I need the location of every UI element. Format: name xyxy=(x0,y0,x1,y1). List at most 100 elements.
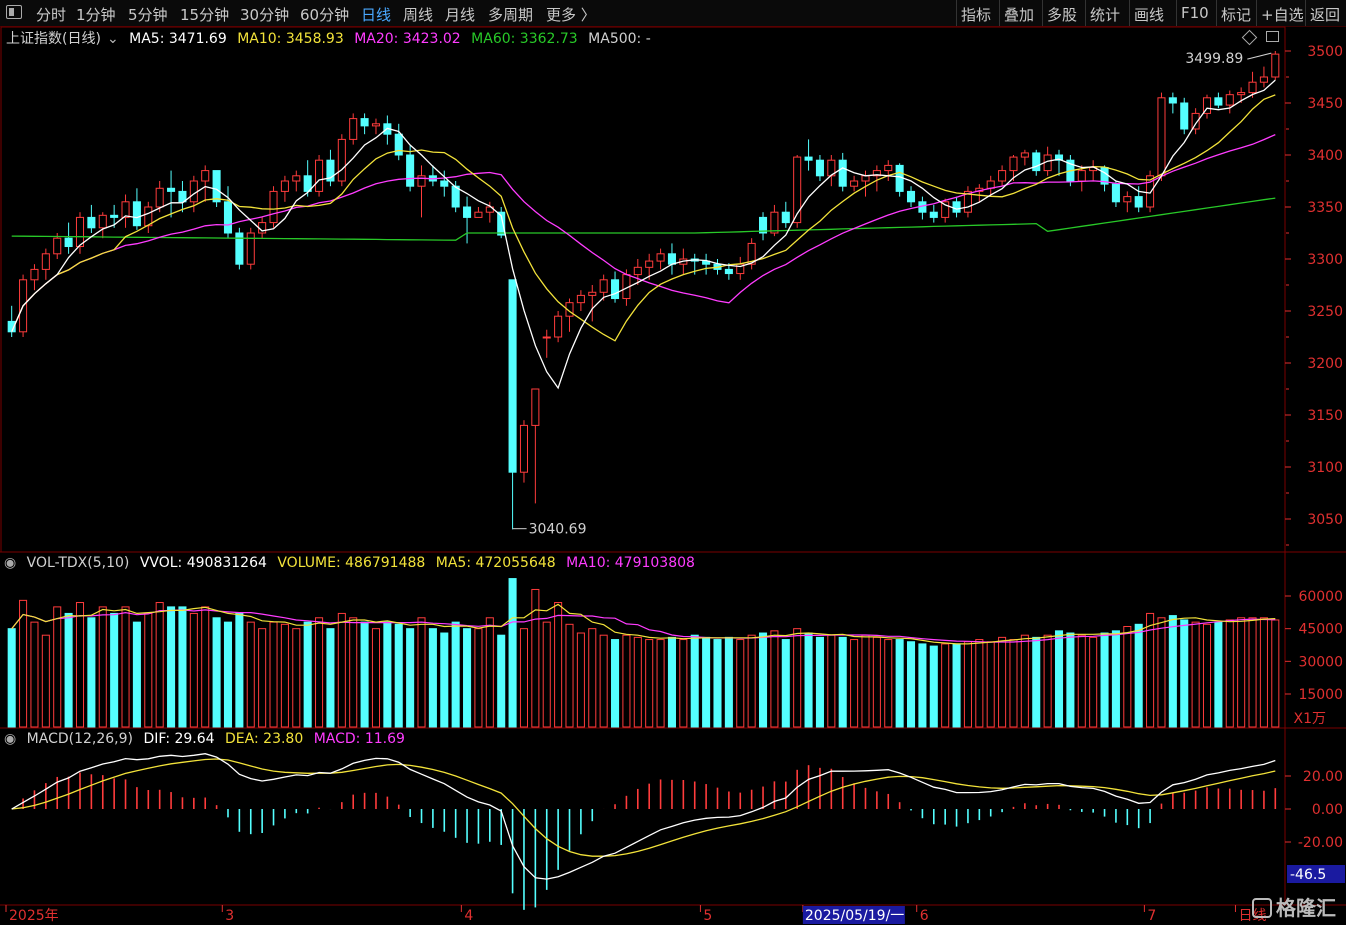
candle-body xyxy=(1111,183,1120,203)
candle-body xyxy=(781,211,790,224)
candle-body xyxy=(41,253,50,270)
candle-body xyxy=(201,170,210,182)
candle-body xyxy=(1032,152,1041,172)
x-tick-label: 4 xyxy=(464,908,473,924)
candle-body xyxy=(144,206,153,227)
volume-bar xyxy=(315,617,324,728)
volume-bar xyxy=(53,606,62,728)
candle-body xyxy=(121,201,130,218)
volume-bar xyxy=(1054,630,1064,728)
macd-tick-label: 0.00 xyxy=(1312,802,1343,818)
candle-body xyxy=(1134,196,1143,208)
volume-bar xyxy=(850,639,859,728)
volume-bar xyxy=(1157,617,1166,728)
volume-bar xyxy=(702,636,711,728)
volume-bar xyxy=(7,628,16,728)
volume-bar xyxy=(1237,617,1246,728)
volume-bar xyxy=(622,634,631,728)
candle-body xyxy=(212,170,221,203)
price-panel-frame xyxy=(0,26,1286,553)
candle-body xyxy=(1259,76,1268,83)
candle-body xyxy=(30,268,39,281)
candle-body xyxy=(599,279,608,293)
candle-body xyxy=(884,164,893,172)
volume-bar xyxy=(986,641,995,728)
candle-body xyxy=(360,118,369,127)
volume-bar xyxy=(1032,636,1041,728)
candle-body xyxy=(1271,53,1280,78)
candle-body xyxy=(588,291,597,296)
ma10-line xyxy=(11,94,1276,342)
candle-body xyxy=(292,175,301,182)
volume-bar xyxy=(519,628,528,728)
date-cursor-label: 2025/05/19/一 xyxy=(805,908,904,924)
volume-bar xyxy=(1225,619,1234,728)
volume-bar xyxy=(576,632,585,728)
candle-body xyxy=(667,253,676,265)
price-tick-label: 3050 xyxy=(1307,512,1343,528)
volume-bar xyxy=(713,639,722,728)
candle-body xyxy=(554,315,563,338)
candle-body xyxy=(656,253,665,262)
volume-bar xyxy=(132,621,141,728)
watermark-logo-icon xyxy=(1252,898,1272,918)
volume-bar xyxy=(1191,621,1200,728)
candle-body xyxy=(167,187,176,192)
volume-bar xyxy=(588,628,597,728)
volume-bar xyxy=(1100,632,1109,728)
volume-bar xyxy=(235,612,244,728)
x-tick-label: 6 xyxy=(920,908,929,924)
candle-body xyxy=(1123,196,1132,203)
volume-bar xyxy=(371,628,381,728)
volume-bar xyxy=(963,641,972,728)
price-tick-label: 3500 xyxy=(1307,44,1343,60)
x-tick-label: 3 xyxy=(225,908,234,924)
macd-tick-label: 20.00 xyxy=(1303,769,1343,785)
candle-body xyxy=(132,201,141,227)
volume-bar xyxy=(690,634,699,728)
volume-bar xyxy=(1271,619,1280,728)
volume-bar xyxy=(485,617,494,728)
volume-bar xyxy=(884,639,893,728)
candle-body xyxy=(463,206,472,218)
dif-line xyxy=(11,753,1276,880)
volume-bar xyxy=(952,643,961,728)
low-annotation: 3040.69 xyxy=(529,522,587,538)
volume-bar xyxy=(98,606,107,728)
candle-body xyxy=(315,159,324,192)
volume-bar xyxy=(770,630,779,728)
volume-bar xyxy=(656,639,665,728)
volume-bar xyxy=(759,632,768,728)
watermark: 格隆汇 xyxy=(1252,892,1336,921)
candle-body xyxy=(815,159,824,177)
candle-body xyxy=(189,180,198,203)
volume-bar xyxy=(645,639,654,728)
volume-bar xyxy=(542,621,551,728)
volume-bar xyxy=(167,606,176,728)
candle-body xyxy=(110,214,119,218)
volume-bar xyxy=(736,639,745,728)
price-tick-label: 3250 xyxy=(1307,304,1343,320)
x-tick-label: 7 xyxy=(1147,908,1156,924)
candle-body xyxy=(929,211,938,218)
volume-bar xyxy=(440,632,449,728)
volume-bar xyxy=(451,621,460,728)
volume-bar xyxy=(474,628,483,728)
candle-body xyxy=(440,180,449,187)
volume-bar xyxy=(383,621,392,728)
volume-tick-label: 15000 xyxy=(1298,687,1343,703)
volume-tick-label: 60000 xyxy=(1298,589,1343,605)
volume-bar xyxy=(64,612,73,728)
candle-body xyxy=(952,201,961,213)
candle-body xyxy=(406,154,415,187)
volume-bar xyxy=(1214,621,1223,728)
stock-chart[interactable]: 3050 3100 3150 3200 3250 3300 3350 3400 3450 3500… xyxy=(0,0,1346,925)
volume-bar xyxy=(30,621,39,728)
volume-bar xyxy=(906,641,916,728)
candle-body xyxy=(542,336,551,339)
candle-body xyxy=(87,216,96,229)
volume-bar xyxy=(1168,615,1177,728)
candle-body xyxy=(98,214,107,229)
volume-bar xyxy=(679,639,688,728)
volume-bar xyxy=(75,602,85,728)
